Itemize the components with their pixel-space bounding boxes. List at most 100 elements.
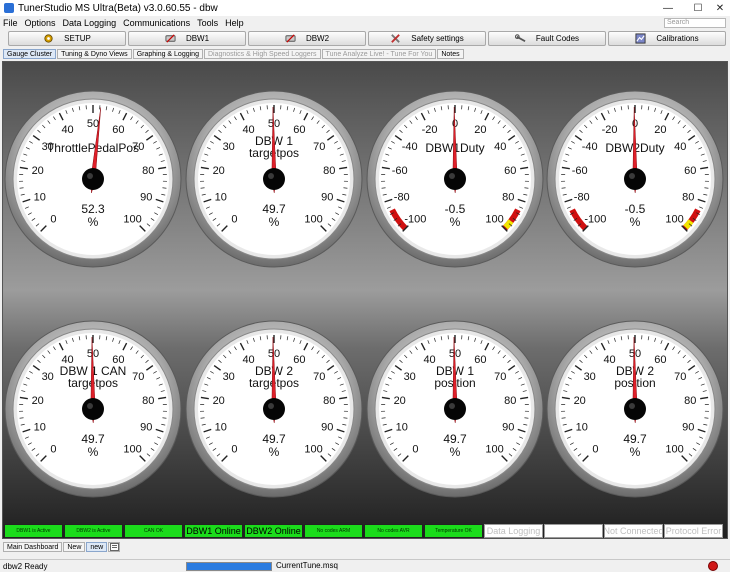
tick-label: 20: [32, 165, 44, 177]
dbw2-button[interactable]: DBW2: [248, 31, 366, 46]
tab-graphing-logging[interactable]: Graphing & Logging: [132, 49, 203, 59]
menu-help[interactable]: Help: [225, 18, 244, 28]
gauge-title: ThrottlePedalPos: [47, 141, 139, 155]
dbw1-label: DBW1: [185, 34, 210, 43]
gauge-face: -100-80-60-40-20020406080100DBW1Duty-0.5…: [366, 90, 544, 268]
tick-label: 60: [654, 354, 666, 366]
fault-codes-label: Fault Codes: [535, 34, 580, 43]
tick-label: 20: [394, 395, 406, 407]
tick-label: 20: [474, 124, 486, 136]
gauge[interactable]: -100-80-60-40-20020406080100DBW1Duty-0.5…: [365, 89, 545, 269]
tick-label: 100: [304, 444, 322, 456]
gauge[interactable]: 0102030405060708090100DBW 2position49.7%: [545, 319, 725, 499]
tab-new-active[interactable]: new: [86, 542, 108, 552]
tick-label: -40: [582, 141, 598, 153]
tick-label: 60: [684, 165, 696, 177]
tick-label: 80: [682, 191, 694, 203]
tab-gauge-cluster[interactable]: Gauge Cluster: [3, 49, 57, 59]
gauge[interactable]: 0102030405060708090100DBW 2targetpos49.7…: [184, 319, 364, 499]
minor-tick: [19, 417, 24, 419]
gauge-hub-highlight: [87, 403, 93, 409]
gauge-hub-highlight: [449, 173, 455, 179]
gauge-value: 49.7: [623, 432, 647, 446]
gauge-hub: [444, 168, 466, 190]
tick-label: 100: [485, 214, 503, 226]
tick-label: 90: [140, 421, 152, 433]
menu-bar: File Options Data Logging Communications…: [0, 16, 730, 30]
gauge[interactable]: 0 10 20 30 40 50 60 70 80 90 100 ThrottlePedalPos 52…: [3, 89, 183, 269]
minimize-icon[interactable]: —: [653, 0, 683, 16]
minor-tick: [561, 187, 566, 189]
fault-codes-button[interactable]: Fault Codes: [488, 31, 606, 46]
setup-label: SETUP: [64, 34, 91, 43]
tick-label: 60: [474, 354, 486, 366]
gauge-hub: [624, 168, 646, 190]
menu-communications[interactable]: Communications: [123, 18, 190, 28]
tick-label: 0: [231, 214, 237, 226]
menu-data-logging[interactable]: Data Logging: [63, 18, 117, 28]
menu-options[interactable]: Options: [25, 18, 56, 28]
minor-tick: [343, 417, 348, 419]
tick-label: 90: [321, 421, 333, 433]
dbw1-button[interactable]: DBW1: [128, 31, 246, 46]
gauge-value: 49.7: [443, 432, 467, 446]
tick-label: -60: [392, 165, 408, 177]
add-dashboard-button[interactable]: [108, 542, 121, 552]
tick-label: -80: [574, 191, 590, 203]
search-input[interactable]: Search: [664, 18, 726, 28]
tick-label: 0: [50, 444, 56, 456]
gauge[interactable]: 0102030405060708090100DBW 1position49.7%: [365, 319, 545, 499]
tick-label: 100: [123, 444, 141, 456]
tick-label: 90: [682, 421, 694, 433]
gauge-units: %: [88, 445, 99, 459]
calibrations-label: Calibrations: [656, 34, 699, 43]
gauge-hub-highlight: [629, 403, 635, 409]
safety-settings-button[interactable]: Safety settings: [368, 31, 486, 46]
tick-label: -20: [602, 124, 618, 136]
gauge-hub: [444, 398, 466, 420]
calibration-icon: [635, 33, 646, 44]
tick-label: -60: [572, 165, 588, 177]
throttle-icon: [285, 34, 296, 43]
tab-diagnostics[interactable]: Diagnostics & High Speed Loggers: [203, 49, 321, 59]
tick-label: 0: [592, 444, 598, 456]
tick-label: -40: [402, 141, 418, 153]
tab-tuning-dyno-views[interactable]: Tuning & Dyno Views: [57, 49, 132, 59]
minor-tick: [524, 187, 529, 189]
gauge-hub-highlight: [268, 173, 274, 179]
tab-notes[interactable]: Notes: [437, 49, 464, 59]
menu-file[interactable]: File: [3, 18, 18, 28]
tick-label: 90: [140, 191, 152, 203]
gauge-units: %: [450, 215, 461, 229]
tick-label: 60: [504, 165, 516, 177]
tab-new[interactable]: New: [63, 542, 86, 552]
dbw2-label: DBW2: [305, 34, 330, 43]
gauge[interactable]: 0102030405060708090100DBW 1 CANtargetpos…: [3, 319, 183, 499]
minor-tick: [19, 187, 24, 189]
indicator: Data Logging: [484, 524, 543, 538]
tick-label: 80: [502, 191, 514, 203]
indicator: [544, 524, 603, 538]
tab-main-dashboard[interactable]: Main Dashboard: [3, 542, 63, 552]
tick-label: 70: [494, 371, 506, 383]
menu-tools[interactable]: Tools: [197, 18, 218, 28]
gauge[interactable]: 0102030405060708090100DBW 1targetpos49.7…: [184, 89, 364, 269]
gauge-face: 0102030405060708090100DBW 1targetpos49.7…: [185, 90, 363, 268]
tick-label: 80: [684, 395, 696, 407]
tick-label: 70: [313, 371, 325, 383]
disconnected-icon: [708, 561, 718, 571]
tick-label: 0: [231, 444, 237, 456]
window-title: TunerStudio MS Ultra(Beta) v3.0.60.55 - …: [18, 2, 218, 14]
close-icon[interactable]: ✕: [705, 0, 730, 16]
minor-tick: [704, 187, 709, 189]
tab-tune-analyze[interactable]: Tune Analyze Live! - Tune For You: [321, 49, 437, 59]
tick-label: 100: [665, 444, 683, 456]
setup-button[interactable]: SETUP: [8, 31, 126, 46]
tick-label: -100: [584, 214, 606, 226]
warning-zone: [503, 219, 514, 230]
calibrations-button[interactable]: Calibrations: [608, 31, 726, 46]
minor-tick: [200, 187, 205, 189]
gauge-face: -100-80-60-40-20020406080100DBW2Duty-0.5…: [546, 90, 724, 268]
gauge[interactable]: -100-80-60-40-20020406080100DBW2Duty-0.5…: [545, 89, 725, 269]
setup-icon: [44, 34, 53, 43]
